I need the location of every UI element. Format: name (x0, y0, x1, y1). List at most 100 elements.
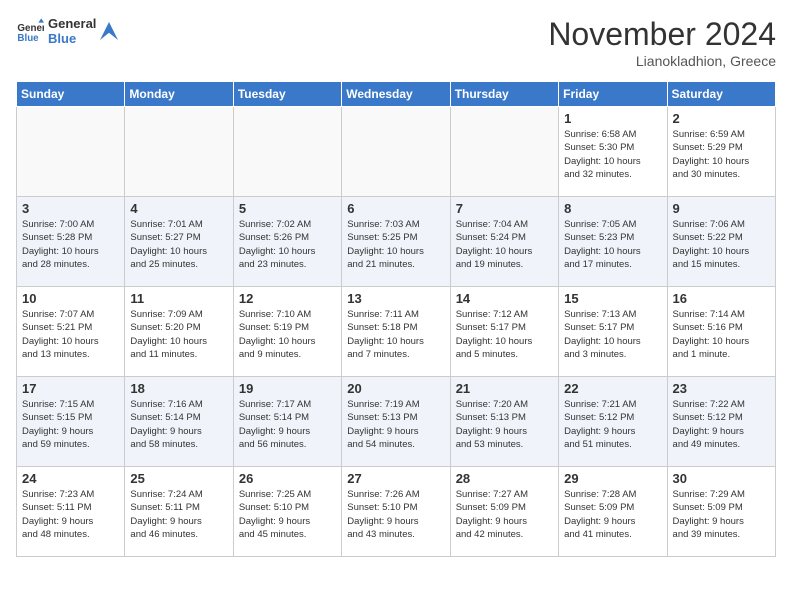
calendar-week-row: 24 Sunrise: 7:23 AM Sunset: 5:11 PM Dayli… (17, 467, 776, 557)
day-info: Sunrise: 7:28 AM Sunset: 5:09 PM Dayligh… (564, 488, 661, 541)
day-number: 28 (456, 471, 553, 486)
day-number: 7 (456, 201, 553, 216)
calendar-week-row: 1 Sunrise: 6:58 AM Sunset: 5:30 PM Daylig… (17, 107, 776, 197)
day-info: Sunrise: 6:58 AM Sunset: 5:30 PM Dayligh… (564, 128, 661, 181)
day-info: Sunrise: 7:06 AM Sunset: 5:22 PM Dayligh… (673, 218, 770, 271)
day-info: Sunrise: 7:09 AM Sunset: 5:20 PM Dayligh… (130, 308, 227, 361)
calendar-cell: 25 Sunrise: 7:24 AM Sunset: 5:11 PM Dayli… (125, 467, 233, 557)
day-info: Sunrise: 7:01 AM Sunset: 5:27 PM Dayligh… (130, 218, 227, 271)
day-header-wednesday: Wednesday (342, 82, 450, 107)
day-info: Sunrise: 7:19 AM Sunset: 5:13 PM Dayligh… (347, 398, 444, 451)
day-number: 30 (673, 471, 770, 486)
calendar-week-row: 17 Sunrise: 7:15 AM Sunset: 5:15 PM Dayli… (17, 377, 776, 467)
calendar-cell (125, 107, 233, 197)
day-number: 23 (673, 381, 770, 396)
calendar-cell: 6Sunrise: 7:03 AM Sunset: 5:25 PM Daylig… (342, 197, 450, 287)
day-info: Sunrise: 7:22 AM Sunset: 5:12 PM Dayligh… (673, 398, 770, 451)
calendar-cell: 3 Sunrise: 7:00 AM Sunset: 5:28 PM Daylig… (17, 197, 125, 287)
calendar-table: SundayMondayTuesdayWednesdayThursdayFrid… (16, 81, 776, 557)
calendar-cell: 9 Sunrise: 7:06 AM Sunset: 5:22 PM Daylig… (667, 197, 775, 287)
calendar-cell: 30 Sunrise: 7:29 AM Sunset: 5:09 PM Dayli… (667, 467, 775, 557)
day-info: Sunrise: 7:12 AM Sunset: 5:17 PM Dayligh… (456, 308, 553, 361)
calendar-header-row: SundayMondayTuesdayWednesdayThursdayFrid… (17, 82, 776, 107)
day-number: 3 (22, 201, 119, 216)
day-info: Sunrise: 7:14 AM Sunset: 5:16 PM Dayligh… (673, 308, 770, 361)
calendar-cell: 26Sunrise: 7:25 AM Sunset: 5:10 PM Dayli… (233, 467, 341, 557)
calendar-cell: 24 Sunrise: 7:23 AM Sunset: 5:11 PM Dayli… (17, 467, 125, 557)
day-info: Sunrise: 7:20 AM Sunset: 5:13 PM Dayligh… (456, 398, 553, 451)
logo-blue: Blue (48, 31, 96, 46)
day-info: Sunrise: 7:24 AM Sunset: 5:11 PM Dayligh… (130, 488, 227, 541)
day-info: Sunrise: 7:00 AM Sunset: 5:28 PM Dayligh… (22, 218, 119, 271)
day-number: 5 (239, 201, 336, 216)
day-number: 19 (239, 381, 336, 396)
day-info: Sunrise: 7:16 AM Sunset: 5:14 PM Dayligh… (130, 398, 227, 451)
calendar-cell: 18 Sunrise: 7:16 AM Sunset: 5:14 PM Dayli… (125, 377, 233, 467)
day-number: 4 (130, 201, 227, 216)
day-info: Sunrise: 7:27 AM Sunset: 5:09 PM Dayligh… (456, 488, 553, 541)
day-number: 16 (673, 291, 770, 306)
day-header-thursday: Thursday (450, 82, 558, 107)
day-info: Sunrise: 7:03 AM Sunset: 5:25 PM Dayligh… (347, 218, 444, 271)
day-header-tuesday: Tuesday (233, 82, 341, 107)
day-number: 29 (564, 471, 661, 486)
calendar-cell: 8 Sunrise: 7:05 AM Sunset: 5:23 PM Daylig… (559, 197, 667, 287)
calendar-cell: 10 Sunrise: 7:07 AM Sunset: 5:21 PM Dayli… (17, 287, 125, 377)
month-title: November 2024 (548, 16, 776, 53)
day-info: Sunrise: 7:04 AM Sunset: 5:24 PM Dayligh… (456, 218, 553, 271)
logo-icon: General Blue (16, 17, 44, 45)
calendar-cell: 4 Sunrise: 7:01 AM Sunset: 5:27 PM Daylig… (125, 197, 233, 287)
day-number: 9 (673, 201, 770, 216)
day-number: 20 (347, 381, 444, 396)
calendar-cell: 16 Sunrise: 7:14 AM Sunset: 5:16 PM Dayli… (667, 287, 775, 377)
calendar-cell: 23 Sunrise: 7:22 AM Sunset: 5:12 PM Dayli… (667, 377, 775, 467)
day-info: Sunrise: 6:59 AM Sunset: 5:29 PM Dayligh… (673, 128, 770, 181)
day-info: Sunrise: 7:23 AM Sunset: 5:11 PM Dayligh… (22, 488, 119, 541)
calendar-cell: 20 Sunrise: 7:19 AM Sunset: 5:13 PM Dayli… (342, 377, 450, 467)
title-block: November 2024 Lianokladhion, Greece (548, 16, 776, 69)
day-number: 15 (564, 291, 661, 306)
day-info: Sunrise: 7:13 AM Sunset: 5:17 PM Dayligh… (564, 308, 661, 361)
day-number: 25 (130, 471, 227, 486)
calendar-cell: 15 Sunrise: 7:13 AM Sunset: 5:17 PM Dayli… (559, 287, 667, 377)
calendar-cell: 11Sunrise: 7:09 AM Sunset: 5:20 PM Dayli… (125, 287, 233, 377)
calendar-cell: 29 Sunrise: 7:28 AM Sunset: 5:09 PM Dayli… (559, 467, 667, 557)
calendar-cell: 13Sunrise: 7:11 AM Sunset: 5:18 PM Dayli… (342, 287, 450, 377)
day-number: 1 (564, 111, 661, 126)
calendar-week-row: 10 Sunrise: 7:07 AM Sunset: 5:21 PM Dayli… (17, 287, 776, 377)
calendar-cell: 5Sunrise: 7:02 AM Sunset: 5:26 PM Daylig… (233, 197, 341, 287)
calendar-cell: 22 Sunrise: 7:21 AM Sunset: 5:12 PM Dayli… (559, 377, 667, 467)
day-number: 17 (22, 381, 119, 396)
day-info: Sunrise: 7:26 AM Sunset: 5:10 PM Dayligh… (347, 488, 444, 541)
calendar-cell: 7 Sunrise: 7:04 AM Sunset: 5:24 PM Daylig… (450, 197, 558, 287)
calendar-cell (233, 107, 341, 197)
day-header-monday: Monday (125, 82, 233, 107)
day-number: 10 (22, 291, 119, 306)
day-info: Sunrise: 7:07 AM Sunset: 5:21 PM Dayligh… (22, 308, 119, 361)
calendar-cell (450, 107, 558, 197)
calendar-cell (342, 107, 450, 197)
svg-text:Blue: Blue (17, 33, 39, 44)
day-number: 24 (22, 471, 119, 486)
location: Lianokladhion, Greece (548, 53, 776, 69)
day-info: Sunrise: 7:05 AM Sunset: 5:23 PM Dayligh… (564, 218, 661, 271)
calendar-cell: 17 Sunrise: 7:15 AM Sunset: 5:15 PM Dayli… (17, 377, 125, 467)
day-info: Sunrise: 7:21 AM Sunset: 5:12 PM Dayligh… (564, 398, 661, 451)
day-info: Sunrise: 7:25 AM Sunset: 5:10 PM Dayligh… (239, 488, 336, 541)
day-header-saturday: Saturday (667, 82, 775, 107)
day-number: 21 (456, 381, 553, 396)
day-number: 12 (239, 291, 336, 306)
day-header-friday: Friday (559, 82, 667, 107)
day-info: Sunrise: 7:29 AM Sunset: 5:09 PM Dayligh… (673, 488, 770, 541)
calendar-cell (17, 107, 125, 197)
day-number: 22 (564, 381, 661, 396)
calendar-cell: 14 Sunrise: 7:12 AM Sunset: 5:17 PM Dayli… (450, 287, 558, 377)
calendar-week-row: 3 Sunrise: 7:00 AM Sunset: 5:28 PM Daylig… (17, 197, 776, 287)
calendar-cell: 19Sunrise: 7:17 AM Sunset: 5:14 PM Dayli… (233, 377, 341, 467)
calendar-cell: 2Sunrise: 6:59 AM Sunset: 5:29 PM Daylig… (667, 107, 775, 197)
calendar-cell: 12Sunrise: 7:10 AM Sunset: 5:19 PM Dayli… (233, 287, 341, 377)
day-info: Sunrise: 7:15 AM Sunset: 5:15 PM Dayligh… (22, 398, 119, 451)
day-number: 18 (130, 381, 227, 396)
day-number: 14 (456, 291, 553, 306)
day-number: 8 (564, 201, 661, 216)
